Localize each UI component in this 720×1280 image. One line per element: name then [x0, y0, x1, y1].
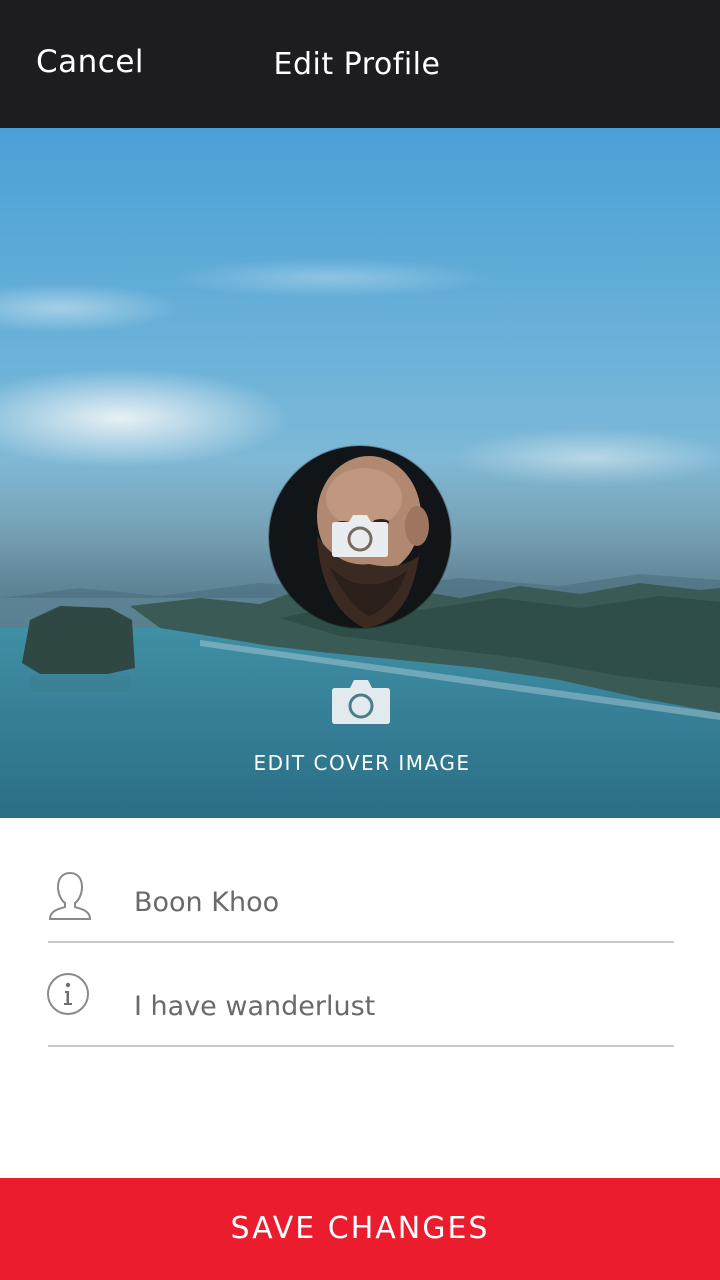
save-changes-button[interactable]: SAVE CHANGES — [0, 1178, 720, 1280]
name-input[interactable] — [134, 877, 654, 927]
bio-field[interactable] — [45, 971, 674, 1047]
profile-avatar[interactable] — [269, 446, 451, 628]
info-icon — [45, 971, 91, 1022]
person-icon — [48, 869, 92, 930]
top-bar: Cancel Edit Profile — [0, 0, 720, 128]
cover-camera-icon[interactable] — [331, 677, 391, 730]
cover-image[interactable]: EDIT COVER IMAGE — [0, 128, 720, 818]
bio-input[interactable] — [134, 981, 654, 1031]
page-title: Edit Profile — [273, 47, 441, 82]
edit-cover-image-label[interactable]: EDIT COVER IMAGE — [0, 751, 720, 775]
name-field[interactable] — [48, 869, 674, 943]
